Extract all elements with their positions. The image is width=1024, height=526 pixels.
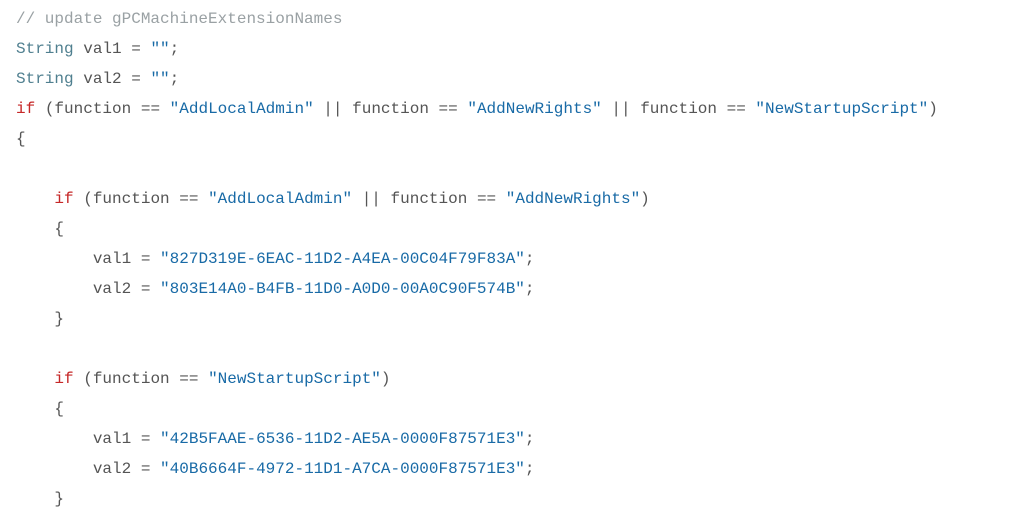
code-block: // update gPCMachineExtensionNames Strin… [0,0,1024,514]
semicolon: ; [170,70,180,88]
semicolon: ; [170,40,180,58]
or-op: || [611,100,630,118]
string-literal: "AddLocalAdmin" [170,100,314,118]
var-function: function [640,100,717,118]
assign-op: = [141,250,151,268]
assign-op: = [141,460,151,478]
var-function: function [54,100,131,118]
eqeq-op: == [727,100,746,118]
var-name: val2 [83,70,121,88]
or-op: || [323,100,342,118]
eqeq-op: == [179,190,198,208]
var-name: val1 [83,40,121,58]
var-function: function [352,100,429,118]
string-literal: "NewStartupScript" [755,100,928,118]
var-name: val1 [93,250,131,268]
rparen: ) [381,370,391,388]
string-literal: "" [150,40,169,58]
string-literal: "NewStartupScript" [208,370,381,388]
assign-op: = [141,280,151,298]
string-literal: "AddLocalAdmin" [208,190,352,208]
string-literal: "AddNewRights" [467,100,601,118]
var-name: val2 [93,280,131,298]
lbrace: { [54,400,64,418]
lbrace: { [54,220,64,238]
semicolon: ; [525,460,535,478]
rparen: ) [640,190,650,208]
eqeq-op: == [141,100,160,118]
string-literal: "42B5FAAE-6536-11D2-AE5A-0000F87571E3" [160,430,525,448]
string-literal: "803E14A0-B4FB-11D0-A0D0-00A0C90F574B" [160,280,525,298]
comment-line: // update gPCMachineExtensionNames [16,10,342,28]
assign-op: = [131,40,141,58]
semicolon: ; [525,250,535,268]
lparen: ( [83,370,93,388]
rbrace: } [54,310,64,328]
lparen: ( [83,190,93,208]
var-name: val1 [93,430,131,448]
lbrace: { [16,130,26,148]
semicolon: ; [525,430,535,448]
or-op: || [362,190,381,208]
rparen: ) [928,100,938,118]
type-keyword: String [16,70,74,88]
string-literal: "40B6664F-4972-11D1-A7CA-0000F87571E3" [160,460,525,478]
assign-op: = [131,70,141,88]
string-literal: "" [150,70,169,88]
string-literal: "AddNewRights" [506,190,640,208]
eqeq-op: == [477,190,496,208]
var-function: function [391,190,468,208]
if-keyword: if [54,190,73,208]
var-function: function [93,370,170,388]
rbrace: } [54,490,64,508]
semicolon: ; [525,280,535,298]
if-keyword: if [16,100,35,118]
eqeq-op: == [439,100,458,118]
var-name: val2 [93,460,131,478]
var-function: function [93,190,170,208]
eqeq-op: == [179,370,198,388]
lparen: ( [45,100,55,118]
if-keyword: if [54,370,73,388]
type-keyword: String [16,40,74,58]
string-literal: "827D319E-6EAC-11D2-A4EA-00C04F79F83A" [160,250,525,268]
assign-op: = [141,430,151,448]
